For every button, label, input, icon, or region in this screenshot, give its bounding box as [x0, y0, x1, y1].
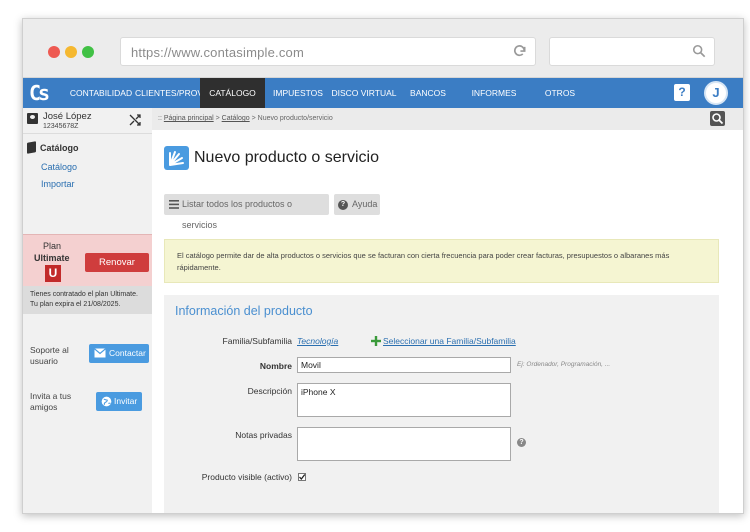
- search-icon: [712, 113, 724, 125]
- envelope-icon: [94, 348, 106, 358]
- section-title: Información del producto: [175, 304, 313, 318]
- nav-contabilidad[interactable]: CONTABILIDAD: [69, 78, 133, 108]
- visible-checkbox[interactable]: [298, 473, 306, 481]
- main-content: :: Página principal > Catálogo > Nuevo p…: [152, 108, 743, 513]
- renew-button[interactable]: Renovar: [85, 253, 149, 272]
- breadcrumb-bar: :: Página principal > Catálogo > Nuevo p…: [152, 108, 743, 130]
- description-textarea[interactable]: iPhone X: [297, 383, 511, 417]
- plus-icon[interactable]: [371, 336, 381, 346]
- checkmark-icon: [299, 474, 306, 481]
- user-box: José López 12345678Z: [23, 108, 152, 134]
- sidebar-section-title: Catálogo: [27, 141, 79, 154]
- plan-label: Plan: [43, 241, 62, 251]
- browser-chrome: https://www.contasimple.com: [23, 19, 743, 78]
- help-button-label: Ayuda: [352, 199, 378, 209]
- reload-icon[interactable]: [512, 44, 527, 59]
- browser-search-box[interactable]: [549, 37, 715, 66]
- nav-bancos[interactable]: BANCOS: [403, 78, 453, 108]
- minimize-window-button[interactable]: [65, 46, 77, 58]
- page-title: Nuevo producto o servicio: [194, 149, 379, 166]
- breadcrumb: :: Página principal > Catálogo > Nuevo p…: [158, 115, 333, 122]
- support-label-line1: Soporte al: [30, 345, 69, 355]
- globe-icon: [101, 396, 112, 407]
- visible-label: Producto visible (activo): [201, 472, 292, 482]
- sidebar-item-importar[interactable]: Importar: [41, 179, 75, 189]
- nav-disco-virtual[interactable]: DISCO VIRTUAL: [331, 78, 397, 108]
- info-note-text: El catálogo permite dar de alta producto…: [177, 251, 670, 272]
- user-id: 12345678Z: [43, 123, 79, 130]
- name-label: Nombre: [259, 361, 292, 371]
- invite-label-line1: Invita a tus: [30, 391, 72, 401]
- product-info-panel: Información del producto Familia/Subfami…: [164, 295, 719, 513]
- notes-label: Notas privadas: [235, 430, 292, 440]
- list-icon: [169, 200, 179, 209]
- plan-badge: U: [45, 265, 61, 282]
- breadcrumb-separator: >: [213, 115, 222, 122]
- user-card-icon: [27, 113, 38, 124]
- notes-help-icon[interactable]: ?: [517, 438, 526, 447]
- list-products-button[interactable]: Listar todos los productos o servicios: [164, 194, 329, 230]
- page-search-button[interactable]: [710, 111, 725, 126]
- support-label-line2: usuario: [30, 356, 58, 366]
- plan-name: Ultimate: [34, 253, 70, 263]
- nav-catalogo[interactable]: CATÁLOGO: [200, 78, 265, 108]
- sidebar-item-catalogo[interactable]: Catálogo: [41, 162, 77, 172]
- description-label: Descripción: [247, 386, 292, 396]
- info-note: El catálogo permite dar de alta producto…: [164, 239, 719, 283]
- contact-label: Contactar: [109, 348, 146, 358]
- switch-company-icon[interactable]: [129, 114, 141, 129]
- breadcrumb-current: Nuevo producto/servicio: [257, 115, 333, 122]
- notes-textarea[interactable]: [297, 427, 511, 461]
- address-bar[interactable]: https://www.contasimple.com: [120, 37, 536, 66]
- nav-impuestos[interactable]: IMPUESTOS: [268, 78, 328, 108]
- sidebar-section-label: Catálogo: [40, 143, 79, 153]
- list-products-label: Listar todos los productos o servicios: [182, 199, 293, 230]
- maximize-window-button[interactable]: [82, 46, 94, 58]
- invite-button[interactable]: Invitar: [96, 392, 142, 411]
- breadcrumb-separator: >: [249, 115, 258, 122]
- invite-label-line2: amigos: [30, 402, 58, 412]
- breadcrumb-home-link[interactable]: Página principal: [164, 115, 214, 122]
- plan-info-line1: Tienes contratado el plan Ultimate.: [30, 291, 138, 298]
- address-bar-text: https://www.contasimple.com: [131, 45, 305, 60]
- nav-otros[interactable]: OTROS: [539, 78, 581, 108]
- contasimple-logo[interactable]: Cs: [29, 81, 63, 105]
- name-input[interactable]: Movil: [297, 357, 511, 373]
- breadcrumb-catalog-link[interactable]: Catálogo: [222, 115, 250, 122]
- catalog-fan-icon: [164, 146, 189, 170]
- book-icon: [27, 141, 36, 154]
- close-window-button[interactable]: [48, 46, 60, 58]
- user-name: José López: [43, 111, 92, 122]
- main-nav: Cs CONTABILIDAD CLIENTES/PROV. CATÁLOGO …: [23, 78, 743, 108]
- invite-label: Invitar: [114, 396, 138, 406]
- contact-button[interactable]: Contactar: [89, 344, 149, 363]
- family-label: Familia/Subfamilia: [222, 336, 292, 346]
- question-icon: ?: [338, 200, 348, 210]
- plan-box: Plan Ultimate U Renovar: [23, 234, 152, 286]
- sidebar: José López 12345678Z Catálogo Catálogo I…: [23, 108, 152, 513]
- nav-clientes-prov[interactable]: CLIENTES/PROV.: [135, 78, 205, 108]
- search-icon[interactable]: [692, 44, 706, 58]
- plan-info: Tienes contratado el plan Ultimate. Tu p…: [23, 286, 152, 314]
- select-family-link[interactable]: Seleccionar una Familia/Subfamilia: [383, 336, 516, 346]
- family-value-link[interactable]: Tecnología: [297, 336, 338, 346]
- name-hint: Ej: Ordenador, Programación, ...: [517, 361, 611, 368]
- browser-window: https://www.contasimple.com Cs CONTABILI…: [22, 18, 744, 514]
- help-button[interactable]: ? Ayuda: [334, 194, 380, 215]
- help-icon[interactable]: ?: [674, 84, 690, 101]
- plan-info-line2: Tu plan expira el 21/08/2025.: [30, 301, 121, 308]
- user-avatar[interactable]: J: [704, 81, 728, 105]
- nav-informes[interactable]: INFORMES: [467, 78, 521, 108]
